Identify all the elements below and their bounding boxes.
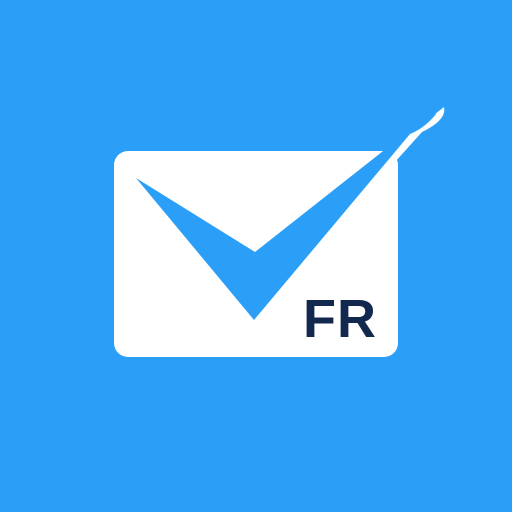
mail-check-icon: FR — [0, 0, 512, 512]
app-icon: FR — [0, 0, 512, 512]
language-badge: FR — [303, 289, 377, 349]
